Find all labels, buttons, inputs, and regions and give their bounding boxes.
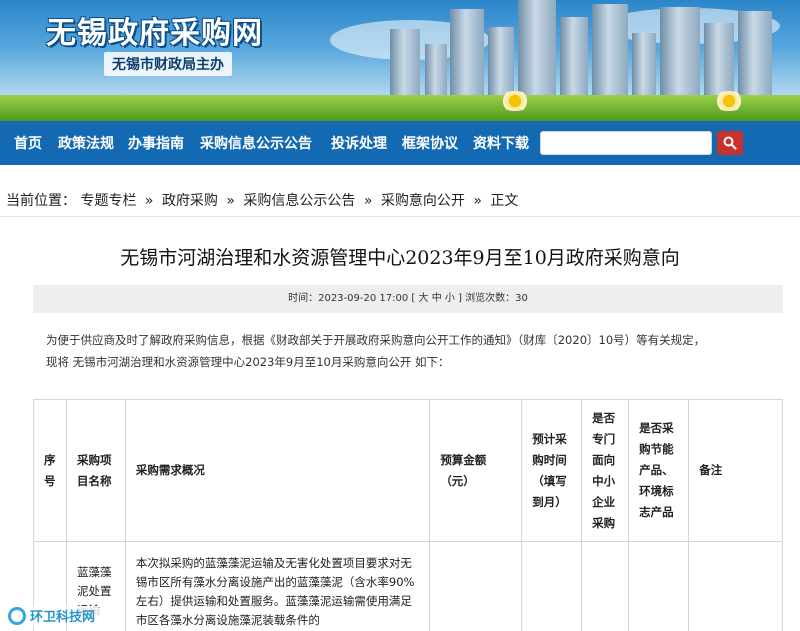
meta-size-open: [ — [411, 293, 416, 304]
cell-time — [521, 541, 583, 631]
cell-demand: 本次拟采购的蓝藻藻泥运输及无害化处置项目要求对无锡市区所有藻水分离设施产出的蓝藻… — [124, 541, 431, 631]
breadcrumb-separator: » — [226, 193, 235, 209]
intro-paragraph-line1: 为便于供应商及时了解政府采购信息，根据《财政部关于开展政府采购意向公开工作的通知… — [46, 333, 706, 347]
breadcrumb-separator: » — [363, 193, 373, 209]
breadcrumb-item[interactable]: 采购意向公开 — [381, 193, 465, 209]
site-banner: 无锡政府采购网 无锡市财政局主办 — [0, 0, 800, 121]
building-decoration — [390, 29, 420, 99]
header-seq: 序号 — [33, 399, 67, 542]
search-icon — [723, 136, 737, 150]
nav-item-framework[interactable]: 框架协议 — [402, 133, 458, 153]
building-decoration — [488, 27, 514, 99]
intro-paragraph-line2: 现将 无锡市河湖治理和水资源管理中心2023年9月至10月采购意向公开 如下： — [46, 355, 450, 369]
header-note: 备注 — [688, 399, 783, 542]
cell-note — [688, 541, 783, 631]
procurement-table: 序号 采购项目名称 采购需求概况 预算金额（元） 预计采购时间（填写到月） 是否… — [33, 399, 783, 631]
building-decoration — [632, 33, 656, 99]
header-green: 是否采购节能产品、环境标志产品 — [628, 399, 690, 542]
nav-item-announcements[interactable]: 采购信息公示公告 — [200, 133, 312, 153]
font-size-large-link[interactable]: 大 — [419, 293, 429, 304]
breadcrumb-item[interactable]: 政府采购 — [162, 193, 218, 209]
table-header-row: 序号 采购项目名称 采购需求概况 预算金额（元） 预计采购时间（填写到月） 是否… — [33, 399, 783, 542]
flower-decoration — [498, 91, 532, 111]
building-decoration — [560, 17, 588, 99]
table-row: 蓝藻藻泥处置运输 本次拟采购的蓝藻藻泥运输及无害化处置项目要求对无锡市区所有藻水… — [33, 541, 783, 631]
watermark-text: 环卫科技网 — [30, 610, 96, 625]
header-name: 采购项目名称 — [65, 399, 126, 542]
building-decoration — [450, 9, 484, 99]
breadcrumb: 当前位置： 专题专栏 » 政府采购 » 采购信息公示公告 » 采购意向公开 » … — [6, 190, 518, 210]
font-size-medium-link[interactable]: 中 — [432, 293, 442, 304]
search-input[interactable] — [540, 131, 712, 155]
watermark: 环卫科技网 — [4, 606, 100, 625]
grass-decoration — [0, 95, 800, 121]
nav-item-guide[interactable]: 办事指南 — [128, 133, 184, 153]
header-budget: 预算金额（元） — [429, 399, 523, 542]
building-decoration — [518, 0, 556, 99]
building-decoration — [660, 7, 700, 99]
header-demand: 采购需求概况 — [124, 399, 431, 542]
breadcrumb-prefix: 当前位置： — [6, 193, 76, 209]
building-decoration — [738, 11, 772, 99]
watermark-logo-icon — [8, 606, 26, 625]
building-decoration — [704, 23, 734, 99]
search-button[interactable] — [717, 131, 743, 155]
site-title: 无锡政府采购网 — [46, 16, 263, 51]
breadcrumb-item[interactable]: 专题专栏 — [80, 193, 136, 209]
breadcrumb-separator: » — [473, 193, 482, 209]
meta-size-close: ] — [458, 293, 462, 304]
meta-time-label: 时间： — [288, 293, 319, 304]
meta-views-label: 浏览次数： — [465, 293, 516, 304]
header-time: 预计采购时间（填写到月） — [521, 399, 583, 542]
nav-item-downloads[interactable]: 资料下载 — [473, 133, 529, 153]
cell-green — [628, 541, 690, 631]
article-title: 无锡市河湖治理和水资源管理中心2023年9月至10月政府采购意向 — [120, 247, 680, 269]
meta-views: 30 — [515, 293, 528, 304]
divider — [0, 216, 800, 217]
site-subtitle: 无锡市财政局主办 — [104, 52, 232, 76]
building-decoration — [425, 44, 447, 99]
building-decoration — [592, 4, 628, 99]
nav-item-policies[interactable]: 政策法规 — [58, 133, 114, 153]
nav-item-complaints[interactable]: 投诉处理 — [331, 133, 387, 153]
font-size-small-link[interactable]: 小 — [445, 293, 455, 304]
cell-budget — [429, 541, 523, 631]
breadcrumb-item[interactable]: 采购信息公示公告 — [243, 193, 355, 209]
breadcrumb-current: 正文 — [490, 193, 519, 209]
flower-decoration — [712, 91, 746, 111]
article-meta: 时间：2023-09-20 17:00 [ 大 中 小 ] 浏览次数：30 — [33, 285, 783, 313]
breadcrumb-separator: » — [144, 193, 154, 209]
header-sme: 是否专门面向中小企业采购 — [581, 399, 630, 542]
meta-time: 2023-09-20 17:00 — [318, 293, 409, 304]
nav-item-home[interactable]: 首页 — [14, 133, 42, 153]
cell-sme — [581, 541, 630, 631]
